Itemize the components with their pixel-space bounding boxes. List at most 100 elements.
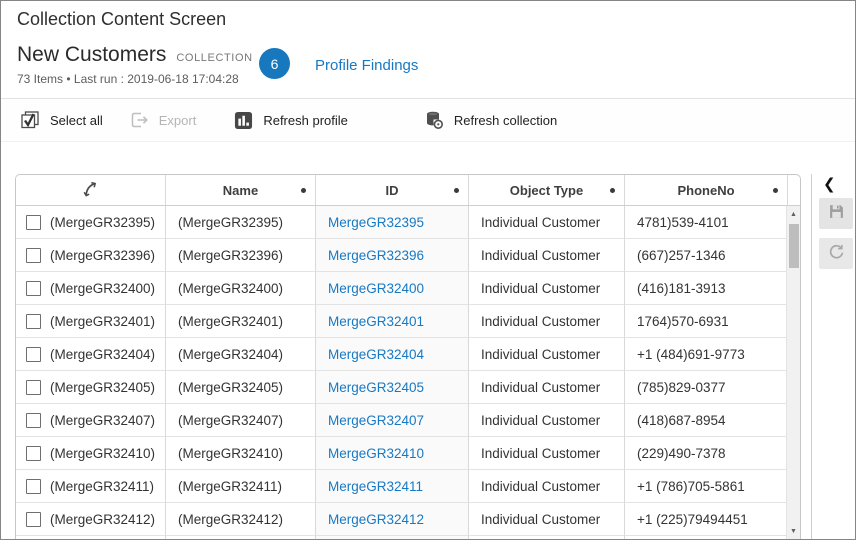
row-select-label: (MergeGR32404): [50, 347, 155, 362]
column-header-merge[interactable]: [16, 175, 166, 205]
empty-cell: [625, 536, 788, 540]
select-all-icon: [20, 110, 40, 130]
column-filter-dot[interactable]: [454, 188, 459, 193]
table-row: (MergeGR32407)(MergeGR32407)MergeGR32407…: [16, 404, 800, 437]
phone-cell: (667)257-1346: [625, 239, 788, 272]
object-type-cell: Individual Customer: [469, 503, 625, 536]
row-checkbox[interactable]: [26, 215, 41, 230]
row-select-cell: (MergeGR32405): [16, 371, 166, 404]
object-type-value: Individual Customer: [481, 446, 600, 461]
column-filter-dot[interactable]: [301, 188, 306, 193]
save-button[interactable]: [819, 198, 853, 229]
row-select-cell: (MergeGR32395): [16, 206, 166, 239]
scroll-up-icon[interactable]: ▲: [787, 208, 800, 221]
refresh-icon: [828, 243, 845, 265]
row-checkbox[interactable]: [26, 380, 41, 395]
row-select-cell: (MergeGR32401): [16, 305, 166, 338]
id-link[interactable]: MergeGR32411: [328, 479, 423, 494]
collection-title-row: New Customers COLLECTION: [17, 43, 253, 67]
id-link[interactable]: MergeGR32412: [328, 512, 424, 527]
export-icon: [129, 110, 149, 130]
id-cell: MergeGR32400: [316, 272, 469, 305]
phone-value: 4781)539-4101: [637, 215, 729, 230]
phone-value: (416)181-3913: [637, 281, 726, 296]
row-checkbox[interactable]: [26, 347, 41, 362]
column-header-name[interactable]: Name: [166, 175, 316, 205]
column-filter-dot[interactable]: [610, 188, 615, 193]
database-refresh-icon: [424, 110, 444, 130]
id-link[interactable]: MergeGR32404: [328, 347, 424, 362]
object-type-cell: Individual Customer: [469, 305, 625, 338]
row-select-label: (MergeGR32411): [50, 479, 154, 494]
chevron-left-icon[interactable]: ❮: [823, 177, 836, 192]
phone-cell: (416)181-3913: [625, 272, 788, 305]
row-checkbox[interactable]: [26, 281, 41, 296]
name-value: (MergeGR32411): [178, 479, 282, 494]
row-checkbox[interactable]: [26, 248, 41, 263]
row-select-label: (MergeGR32405): [50, 380, 155, 395]
object-type-value: Individual Customer: [481, 314, 600, 329]
scroll-down-icon[interactable]: ▼: [787, 525, 800, 538]
row-checkbox[interactable]: [26, 446, 41, 461]
object-type-cell: Individual Customer: [469, 404, 625, 437]
refresh-button[interactable]: [819, 238, 853, 269]
table-row: (MergeGR32412) (MergeGR32412) MergeGR32412…: [16, 503, 800, 536]
profile-findings-link[interactable]: Profile Findings: [315, 57, 418, 74]
id-cell: MergeGR32407: [316, 404, 469, 437]
empty-cell: [16, 536, 166, 540]
name-value: (MergeGR32395): [178, 215, 283, 230]
id-cell: MergeGR32405: [316, 371, 469, 404]
row-select-cell: (MergeGR32404): [16, 338, 166, 371]
id-link[interactable]: MergeGR32407: [328, 413, 424, 428]
id-link[interactable]: MergeGR32410: [328, 446, 424, 461]
id-link[interactable]: MergeGR32405: [328, 380, 424, 395]
row-select-label: (MergeGR32401): [50, 314, 155, 329]
table-row: (MergeGR32411) (MergeGR32411) MergeGR32411…: [16, 470, 800, 503]
vertical-scrollbar[interactable]: ▲ ▼: [786, 206, 800, 540]
export-button[interactable]: Export: [129, 110, 197, 130]
column-label: ID: [386, 183, 399, 198]
row-checkbox[interactable]: [26, 413, 41, 428]
table-row: (MergeGR32395) (MergeGR32395) MergeGR32395…: [16, 206, 800, 239]
collection-table: Name ID Object Type PhoneNo (MergeGR3239…: [15, 174, 801, 540]
id-link[interactable]: MergeGR32396: [328, 248, 424, 263]
column-header-object-type[interactable]: Object Type: [469, 175, 625, 205]
column-header-id[interactable]: ID: [316, 175, 469, 205]
id-link[interactable]: MergeGR32400: [328, 281, 424, 296]
select-all-button[interactable]: Select all: [20, 110, 103, 130]
row-checkbox[interactable]: [26, 479, 41, 494]
row-checkbox[interactable]: [26, 512, 41, 527]
id-link[interactable]: MergeGR32401: [328, 314, 424, 329]
table-row: (MergeGR32410)(MergeGR32410)MergeGR32410…: [16, 437, 800, 470]
phone-value: +1 (484)691-9773: [637, 347, 745, 362]
save-icon: [828, 203, 845, 225]
column-filter-dot[interactable]: [773, 188, 778, 193]
refresh-profile-button[interactable]: Refresh profile: [234, 111, 348, 130]
row-select-label: (MergeGR32395): [50, 215, 155, 230]
row-checkbox[interactable]: [26, 314, 41, 329]
object-type-cell: Individual Customer: [469, 272, 625, 305]
name-cell: (MergeGR32405): [166, 371, 316, 404]
row-select-cell: (MergeGR32412): [16, 503, 166, 536]
row-select-cell: (MergeGR32396): [16, 239, 166, 272]
name-value: (MergeGR32412): [178, 512, 283, 527]
id-cell: MergeGR32411: [316, 470, 469, 503]
id-link[interactable]: MergeGR32395: [328, 215, 424, 230]
scrollbar-thumb[interactable]: [789, 224, 799, 268]
id-cell: MergeGR32401: [316, 305, 469, 338]
column-label: Name: [223, 183, 258, 198]
object-type-cell: Individual Customer: [469, 437, 625, 470]
phone-cell: +1 (786)705-5861: [625, 470, 788, 503]
row-select-cell: (MergeGR32400): [16, 272, 166, 305]
profile-findings-badge[interactable]: 6: [259, 48, 290, 79]
collection-meta: 73 Items • Last run : 2019-06-18 17:04:2…: [17, 72, 239, 86]
name-cell: (MergeGR32411): [166, 470, 316, 503]
phone-value: (785)829-0377: [637, 380, 726, 395]
object-type-cell: Individual Customer: [469, 470, 625, 503]
empty-cell: [166, 536, 316, 540]
refresh-collection-button[interactable]: Refresh collection: [424, 110, 557, 130]
column-header-phoneno[interactable]: PhoneNo: [625, 175, 788, 205]
object-type-value: Individual Customer: [481, 347, 600, 362]
name-cell: (MergeGR32401): [166, 305, 316, 338]
collection-type-label: COLLECTION: [176, 52, 252, 64]
